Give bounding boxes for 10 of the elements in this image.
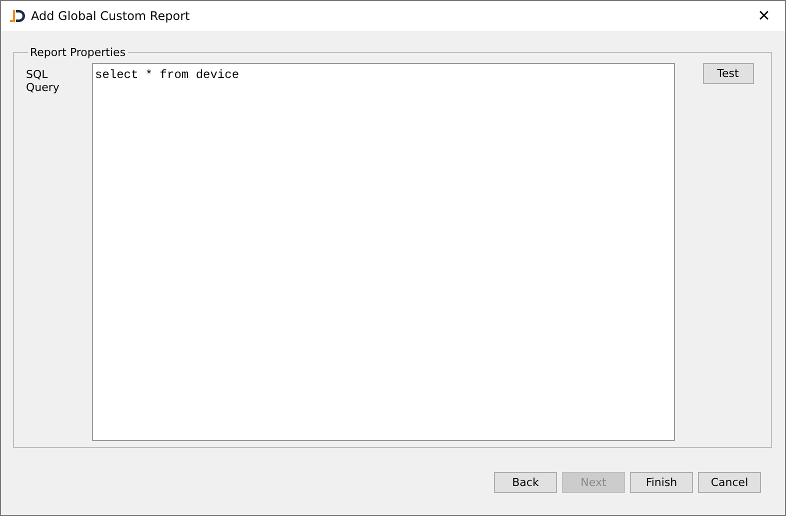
test-button[interactable]: Test [702,63,754,84]
close-button[interactable]: × [749,6,779,26]
sql-query-label: SQL Query [26,67,60,96]
dialog-button[interactable]: Back [494,472,557,493]
dialog-button[interactable]: Cancel [698,472,761,493]
window-title: Add Global Custom Report [31,9,191,23]
dialog-button[interactable]: Finish [630,472,693,493]
group-title: Report Properties [29,46,127,59]
sql-query-field[interactable]: select * from device [92,63,675,441]
app-logo-icon [9,8,25,24]
